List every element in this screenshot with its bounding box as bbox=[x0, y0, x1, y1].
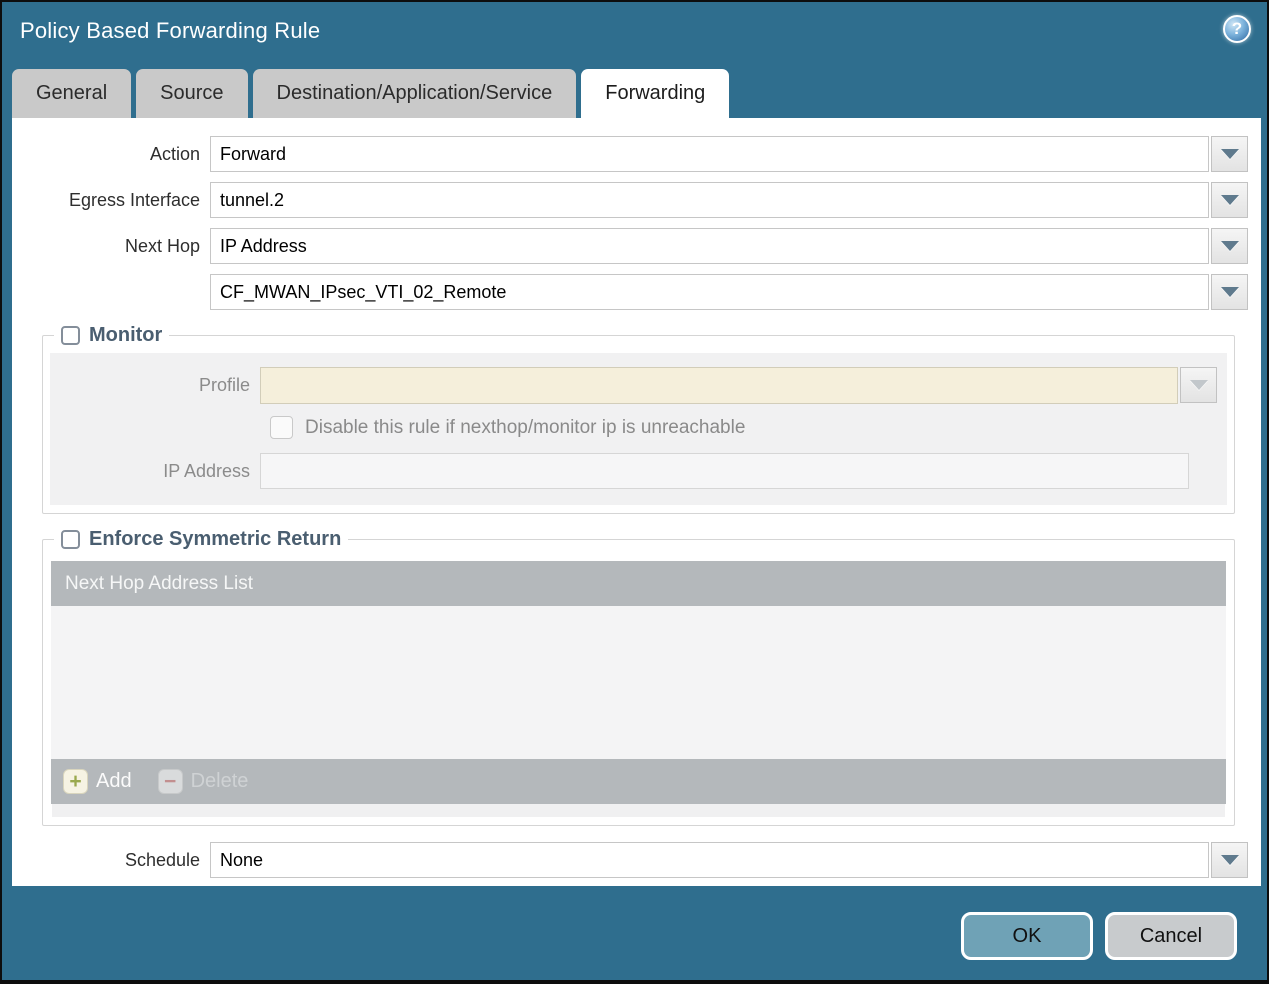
disable-rule-row: Disable this rule if nexthop/monitor ip … bbox=[270, 416, 1217, 439]
monitor-ip-address-input bbox=[260, 453, 1189, 489]
tab-source[interactable]: Source bbox=[136, 69, 248, 118]
chevron-down-icon bbox=[1220, 287, 1239, 297]
chevron-down-icon bbox=[1220, 149, 1239, 159]
dialog-title: Policy Based Forwarding Rule bbox=[20, 18, 321, 43]
dialog-titlebar: Policy Based Forwarding Rule ? bbox=[2, 2, 1267, 64]
monitor-checkbox[interactable] bbox=[61, 326, 80, 345]
next-hop-label: Next Hop bbox=[124, 235, 200, 256]
monitor-section-body: Profile Disable this rule if nexthop/mon… bbox=[50, 353, 1227, 505]
profile-dropdown-button bbox=[1180, 367, 1217, 403]
profile-label: Profile bbox=[198, 375, 250, 395]
action-row: Action bbox=[12, 136, 1248, 172]
next-hop-address-row bbox=[12, 274, 1248, 310]
table-bottom-strip bbox=[52, 804, 1225, 817]
monitor-fieldset: Monitor Profile Disable this rule if nex… bbox=[42, 324, 1235, 514]
profile-row: Profile bbox=[50, 367, 1217, 404]
next-hop-address-dropdown-button[interactable] bbox=[1211, 274, 1248, 310]
action-dropdown-button[interactable] bbox=[1211, 136, 1248, 172]
next-hop-address-list-table: Next Hop Address List + Add − Delete bbox=[51, 561, 1226, 817]
minus-icon: − bbox=[157, 769, 183, 794]
schedule-input[interactable] bbox=[210, 842, 1209, 878]
next-hop-address-list-toolbar: + Add − Delete bbox=[51, 759, 1226, 804]
monitor-ip-address-label: IP Address bbox=[163, 460, 250, 481]
add-button[interactable]: + Add bbox=[63, 769, 132, 794]
cancel-button[interactable]: Cancel bbox=[1105, 912, 1237, 960]
ok-button[interactable]: OK bbox=[961, 912, 1093, 960]
forwarding-tab-panel: Action Egress Interface Next Hop bbox=[12, 118, 1261, 886]
chevron-down-icon bbox=[1220, 241, 1239, 251]
add-button-label: Add bbox=[96, 770, 132, 792]
egress-interface-row: Egress Interface bbox=[12, 182, 1248, 218]
enforce-symmetric-return-legend: Enforce Symmetric Return bbox=[54, 528, 348, 551]
chevron-down-icon bbox=[1220, 855, 1239, 865]
tab-destination-application-service[interactable]: Destination/Application/Service bbox=[252, 69, 577, 118]
profile-input bbox=[260, 367, 1178, 404]
tab-forwarding[interactable]: Forwarding bbox=[581, 69, 730, 118]
chevron-down-icon bbox=[1220, 195, 1239, 205]
next-hop-dropdown-button[interactable] bbox=[1211, 228, 1248, 264]
schedule-row: Schedule bbox=[12, 842, 1248, 878]
egress-interface-dropdown-button[interactable] bbox=[1211, 182, 1248, 218]
delete-button-label: Delete bbox=[190, 770, 249, 792]
action-input[interactable] bbox=[210, 136, 1209, 172]
help-icon[interactable]: ? bbox=[1223, 15, 1251, 43]
disable-rule-checkbox bbox=[270, 416, 293, 439]
monitor-legend: Monitor bbox=[54, 324, 169, 347]
enforce-symmetric-return-legend-label: Enforce Symmetric Return bbox=[89, 528, 342, 550]
next-hop-address-input[interactable] bbox=[210, 274, 1209, 310]
delete-button: − Delete bbox=[157, 769, 249, 794]
next-hop-row: Next Hop bbox=[12, 228, 1248, 264]
chevron-down-icon bbox=[1189, 380, 1208, 390]
tab-general[interactable]: General bbox=[12, 69, 132, 118]
enforce-symmetric-return-checkbox[interactable] bbox=[61, 530, 80, 549]
enforce-symmetric-return-fieldset: Enforce Symmetric Return Next Hop Addres… bbox=[42, 528, 1235, 826]
next-hop-address-list-body[interactable] bbox=[51, 606, 1226, 759]
egress-interface-label: Egress Interface bbox=[68, 189, 200, 210]
next-hop-type-input[interactable] bbox=[210, 228, 1209, 264]
action-label: Action bbox=[149, 143, 200, 164]
next-hop-address-list-header: Next Hop Address List bbox=[51, 561, 1226, 606]
tab-bar: General Source Destination/Application/S… bbox=[12, 69, 730, 118]
monitor-ip-address-row: IP Address bbox=[50, 453, 1217, 489]
policy-based-forwarding-dialog: Policy Based Forwarding Rule ? General S… bbox=[0, 0, 1269, 984]
dialog-footer: OK Cancel bbox=[961, 912, 1237, 960]
monitor-legend-label: Monitor bbox=[89, 324, 163, 346]
disable-rule-label: Disable this rule if nexthop/monitor ip … bbox=[305, 416, 746, 438]
plus-icon: + bbox=[63, 769, 88, 794]
egress-interface-input[interactable] bbox=[210, 182, 1209, 218]
schedule-label: Schedule bbox=[124, 849, 200, 870]
schedule-dropdown-button[interactable] bbox=[1211, 842, 1248, 878]
